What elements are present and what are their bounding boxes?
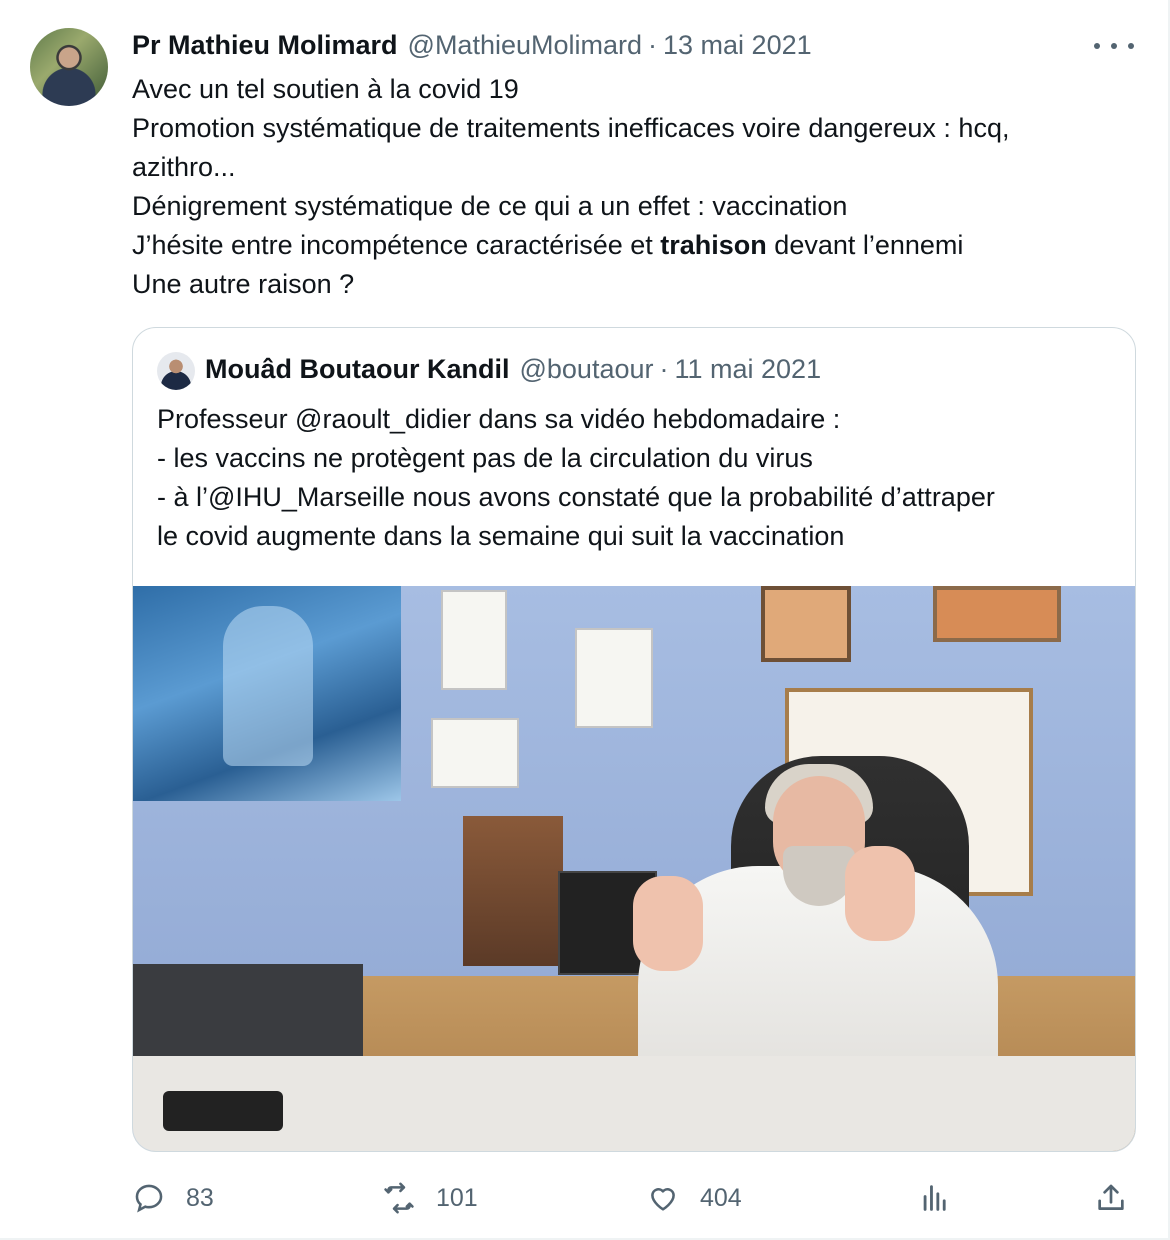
header-separator: · [648,30,658,60]
quoted-tweet-card[interactable]: Mouâd Boutaour Kandil @boutaour · 11 mai… [132,327,1136,1152]
quoted-author-avatar [157,352,195,390]
views-button[interactable] [918,1176,952,1220]
author-handle[interactable]: @MathieuMolimard [408,30,642,61]
person-hand [633,876,703,971]
tweet-line-part: devant l’ennemi [766,230,964,260]
tweet-text: Avec un tel soutien à la covid 19 Promot… [132,70,1142,304]
picture-frame [761,586,851,662]
tweet-header: Pr Mathieu Molimard @MathieuMolimard · 1… [132,30,812,66]
pinned-paper [575,628,653,728]
like-button[interactable]: 404 [646,1176,742,1220]
quoted-author-name: Mouâd Boutaour Kandil [205,354,510,384]
quoted-line: Professeur @raoult_didier dans sa vidéo … [157,404,841,434]
quoted-video-thumbnail[interactable] [133,586,1135,1151]
heart-icon [651,1188,675,1211]
quoted-tweet-text: Professeur @raoult_didier dans sa vidéo … [157,400,1117,556]
retweet-button[interactable]: 101 [382,1176,478,1220]
more-dots-icon[interactable] [1094,34,1134,58]
pinned-paper [431,718,519,788]
person-hand [845,846,915,941]
wall-poster [133,586,401,801]
picture-frame [933,586,1061,642]
share-button[interactable] [1094,1176,1128,1220]
share-icon [1098,1184,1124,1210]
tweet-line: Avec un tel soutien à la covid 19 [132,74,519,104]
retweet-icon [384,1182,414,1214]
reply-icon [135,1184,163,1213]
author-name[interactable]: Pr Mathieu Molimard [132,30,398,61]
quoted-line: - les vaccins ne protègent pas de la cir… [157,443,813,473]
tweet-line: J’hésite entre incompétence caractérisée… [132,226,1142,265]
tweet-line: Dénigrement systématique de ce qui a un … [132,191,848,221]
retweet-count: 101 [436,1183,478,1212]
phone-on-desk [163,1091,283,1131]
desk-surface [133,1056,1135,1151]
tweet-line: azithro... [132,152,236,182]
quoted-line: le covid augmente dans la semaine qui su… [157,521,845,551]
photo-frames [463,816,563,966]
analytics-icon [923,1185,946,1211]
quoted-author-handle: @boutaour [519,354,654,384]
tweet-actions: 83 101 404 [0,1176,1170,1220]
quoted-header-separator: · [659,354,669,384]
pinned-paper [441,590,507,690]
tweet-line-part: J’hésite entre incompétence caractérisée… [132,230,661,260]
quoted-tweet-header: Mouâd Boutaour Kandil @boutaour · 11 mai… [205,354,821,385]
quoted-tweet-date: 11 mai 2021 [674,354,822,384]
bold-word: trahison [660,230,767,260]
like-count: 404 [700,1183,742,1212]
tweet-date[interactable]: 13 mai 2021 [663,30,812,61]
tweet-line: Promotion systématique de traitements in… [132,113,1010,143]
reply-button[interactable]: 83 [132,1176,214,1220]
author-avatar[interactable] [30,28,108,106]
tweet-line: Une autre raison ? [132,269,355,299]
quoted-line: - à l’@IHU_Marseille nous avons constaté… [157,482,995,512]
reply-count: 83 [186,1183,214,1212]
